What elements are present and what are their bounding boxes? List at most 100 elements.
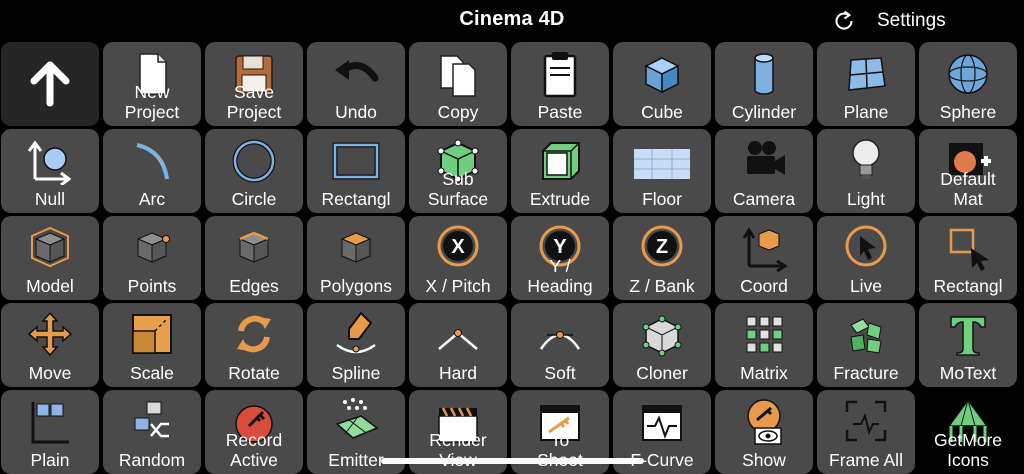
tile-scale[interactable]: Scale — [103, 303, 201, 387]
random-effector-icon — [134, 401, 169, 438]
tile-label: Record Active — [225, 430, 283, 470]
tile-label: Plane — [843, 102, 889, 122]
tile-light[interactable]: Light — [817, 129, 915, 213]
tile-label: Y / Heading — [527, 256, 593, 296]
tile-label: Matrix — [740, 363, 788, 383]
tile-label: Undo — [335, 102, 377, 122]
home-indicator[interactable] — [381, 458, 644, 464]
tile-label: Cylinder — [731, 102, 797, 122]
rectangle-icon — [332, 142, 380, 180]
points-mode-icon — [136, 232, 170, 263]
tile-model[interactable]: Model — [1, 216, 99, 300]
tile-sphere[interactable]: Sphere — [919, 42, 1017, 126]
tile-frame-all[interactable]: Frame All — [817, 390, 915, 474]
fracture-icon — [850, 318, 882, 354]
tile-paste[interactable]: Paste — [511, 42, 609, 126]
tile-null[interactable]: Null — [1, 129, 99, 213]
tile-circle[interactable]: Circle — [205, 129, 303, 213]
tile-rotate[interactable]: Rotate — [205, 303, 303, 387]
rectangle-selection-icon — [949, 228, 989, 271]
tile-z-bank[interactable]: Z Z / Bank — [613, 216, 711, 300]
tile-label: Cloner — [636, 363, 688, 383]
matrix-icon — [746, 316, 783, 353]
tile-plane[interactable]: Plane — [817, 42, 915, 126]
tile-label: To Sheet — [537, 430, 583, 470]
soft-interpolation-icon — [539, 331, 581, 350]
tile-copy[interactable]: Copy — [409, 42, 507, 126]
tile-coord[interactable]: Coord — [715, 216, 813, 300]
tool-grid: New Project Save Project Undo Copy Paste… — [0, 40, 1024, 474]
tile-label: Circle — [231, 189, 277, 209]
tile-cloner[interactable]: Cloner — [613, 303, 711, 387]
tile-label: Floor — [642, 189, 682, 209]
tile-label: Default Mat — [940, 169, 996, 209]
tile-label: Sub Surface — [427, 169, 489, 209]
tile-label: Camera — [732, 189, 796, 209]
tile-arc[interactable]: Arc — [103, 129, 201, 213]
light-bulb-icon — [852, 139, 880, 179]
tile-label: Z / Bank — [629, 276, 695, 296]
tile-label: Show — [742, 450, 786, 470]
tile-sub-surface[interactable]: Sub Surface — [409, 129, 507, 213]
tile-random[interactable]: Random — [103, 390, 201, 474]
extrude-icon — [542, 142, 580, 180]
spline-pen-icon — [336, 311, 376, 354]
tile-default-mat[interactable]: Default Mat — [919, 129, 1017, 213]
tile-plain[interactable]: Plain — [1, 390, 99, 474]
tile-label: Random — [118, 450, 186, 470]
coordinate-system-icon — [742, 227, 788, 272]
tile-get-more-icons[interactable]: GetMore Icons — [919, 390, 1017, 474]
settings-button[interactable]: Settings — [877, 10, 946, 32]
tile-label: Polygons — [320, 276, 392, 296]
tile-rectangle-select[interactable]: Rectangl — [919, 216, 1017, 300]
tile-label: Hard — [439, 363, 477, 383]
tile-label: Rectangl — [933, 276, 1003, 296]
rotate-icon — [237, 315, 271, 353]
tile-label: Render View — [429, 430, 487, 470]
tile-label: Paste — [537, 102, 583, 122]
tile-move[interactable]: Move — [1, 303, 99, 387]
tile-new-project[interactable]: New Project — [103, 42, 201, 126]
tile-rectangle[interactable]: Rectangl — [307, 129, 405, 213]
tile-x-pitch[interactable]: X X / Pitch — [409, 216, 507, 300]
tile-cube[interactable]: Cube — [613, 42, 711, 126]
f-curve-icon — [642, 405, 682, 441]
tile-camera[interactable]: Camera — [715, 129, 813, 213]
motext-icon — [950, 316, 986, 356]
tile-matrix[interactable]: Matrix — [715, 303, 813, 387]
null-axes-icon — [27, 140, 72, 185]
tile-record-active[interactable]: Record Active — [205, 390, 303, 474]
tile-label: New Project — [124, 82, 180, 122]
z-axis-icon: Z — [641, 225, 683, 267]
tile-points[interactable]: Points — [103, 216, 201, 300]
frame-all-icon — [845, 400, 887, 442]
title-bar: Cinema 4D Settings — [0, 0, 1024, 40]
tile-undo[interactable]: Undo — [307, 42, 405, 126]
tile-up[interactable] — [1, 42, 99, 126]
show-key-icon — [747, 399, 782, 445]
cube-icon — [644, 57, 680, 94]
tile-show[interactable]: Show — [715, 390, 813, 474]
tile-live[interactable]: Live — [817, 216, 915, 300]
tile-polygons[interactable]: Polygons — [307, 216, 405, 300]
tile-cylinder[interactable]: Cylinder — [715, 42, 813, 126]
tile-hard[interactable]: Hard — [409, 303, 507, 387]
tile-floor[interactable]: Floor — [613, 129, 711, 213]
model-mode-icon — [31, 226, 69, 268]
tile-edges[interactable]: Edges — [205, 216, 303, 300]
x-axis-icon: X — [437, 225, 479, 267]
tile-label: Sphere — [939, 102, 997, 122]
tile-soft[interactable]: Soft — [511, 303, 609, 387]
refresh-icon[interactable] — [832, 9, 856, 33]
move-icon — [27, 311, 73, 357]
cloner-icon — [642, 315, 682, 357]
floor-icon — [634, 149, 690, 179]
tile-label: Rotate — [228, 363, 280, 383]
tile-extrude[interactable]: Extrude — [511, 129, 609, 213]
tile-spline[interactable]: Spline — [307, 303, 405, 387]
tile-fracture[interactable]: Fracture — [817, 303, 915, 387]
movie-camera-icon — [747, 141, 785, 175]
tile-save-project[interactable]: Save Project — [205, 42, 303, 126]
tile-y-heading[interactable]: Y Y / Heading — [511, 216, 609, 300]
tile-motext[interactable]: MoText — [919, 303, 1017, 387]
